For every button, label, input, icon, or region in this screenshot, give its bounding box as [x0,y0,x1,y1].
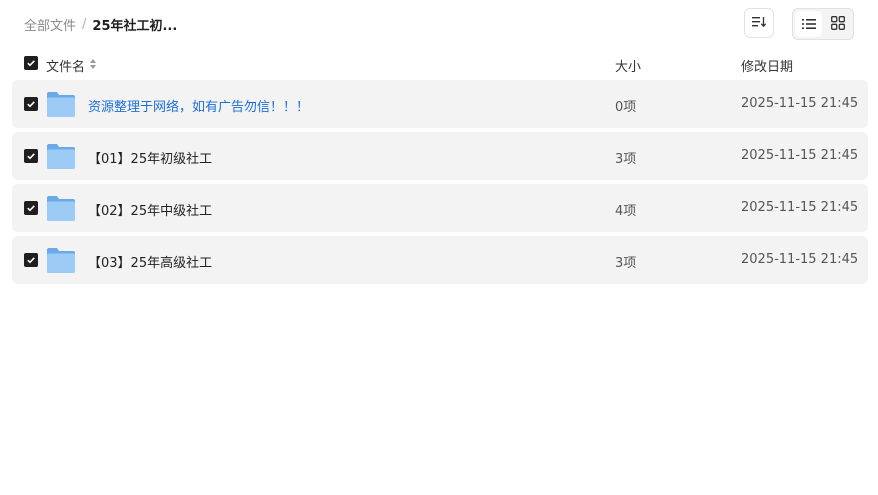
row-checkbox[interactable] [24,97,38,111]
file-date: 2025-11-15 21:45 [741,148,859,163]
row-checkbox[interactable] [24,253,38,267]
name-header-label: 文件名 [46,60,86,75]
sort-lines-icon [751,14,767,33]
file-list: 资源整理于网络，如有广告勿信！！！ 0项 2025-11-15 21:45 【0… [12,80,868,288]
file-name[interactable]: 【02】25年中级社工 [88,200,212,219]
select-all-checkbox[interactable] [24,56,38,70]
table-row[interactable]: 【01】25年初级社工 3项 2025-11-15 21:45 [12,132,868,180]
file-name[interactable]: 资源整理于网络，如有广告勿信！！！ [88,96,309,115]
table-header: 文件名 大小 修改日期 [0,52,878,76]
file-date: 2025-11-15 21:45 [741,200,859,215]
folder-icon [46,142,76,174]
grid-view-button[interactable] [824,11,851,37]
breadcrumb-separator: / [82,17,87,32]
name-column-header[interactable]: 文件名 [46,56,97,75]
sort-toggle-icon [89,58,97,74]
size-column-header[interactable]: 大小 [615,56,641,75]
file-name[interactable]: 【01】25年初级社工 [88,148,212,167]
folder-icon [46,194,76,226]
file-size: 3项 [615,152,637,167]
grid-view-icon [830,15,845,34]
file-date: 2025-11-15 21:45 [741,252,859,267]
table-row[interactable]: 【03】25年高级社工 3项 2025-11-15 21:45 [12,236,868,284]
file-size: 0项 [615,100,637,115]
folder-icon [46,246,76,278]
folder-icon [46,90,76,122]
file-size: 4项 [615,204,637,219]
table-row[interactable]: 资源整理于网络，如有广告勿信！！！ 0项 2025-11-15 21:45 [12,80,868,128]
file-date: 2025-11-15 21:45 [741,96,859,111]
list-view-icon [801,15,816,34]
table-row[interactable]: 【02】25年中级社工 4项 2025-11-15 21:45 [12,184,868,232]
file-name[interactable]: 【03】25年高级社工 [88,252,212,271]
file-size: 3项 [615,256,637,271]
sort-button[interactable] [744,8,774,38]
top-bar: 全部文件 / 25年社工初... [0,0,878,50]
breadcrumb: 全部文件 / 25年社工初... [24,15,177,34]
row-checkbox[interactable] [24,149,38,163]
breadcrumb-current: 25年社工初... [92,19,178,34]
row-checkbox[interactable] [24,201,38,215]
list-view-button[interactable] [795,11,822,37]
view-toggle [792,8,854,40]
date-column-header[interactable]: 修改日期 [741,56,793,75]
breadcrumb-root[interactable]: 全部文件 [24,15,76,34]
